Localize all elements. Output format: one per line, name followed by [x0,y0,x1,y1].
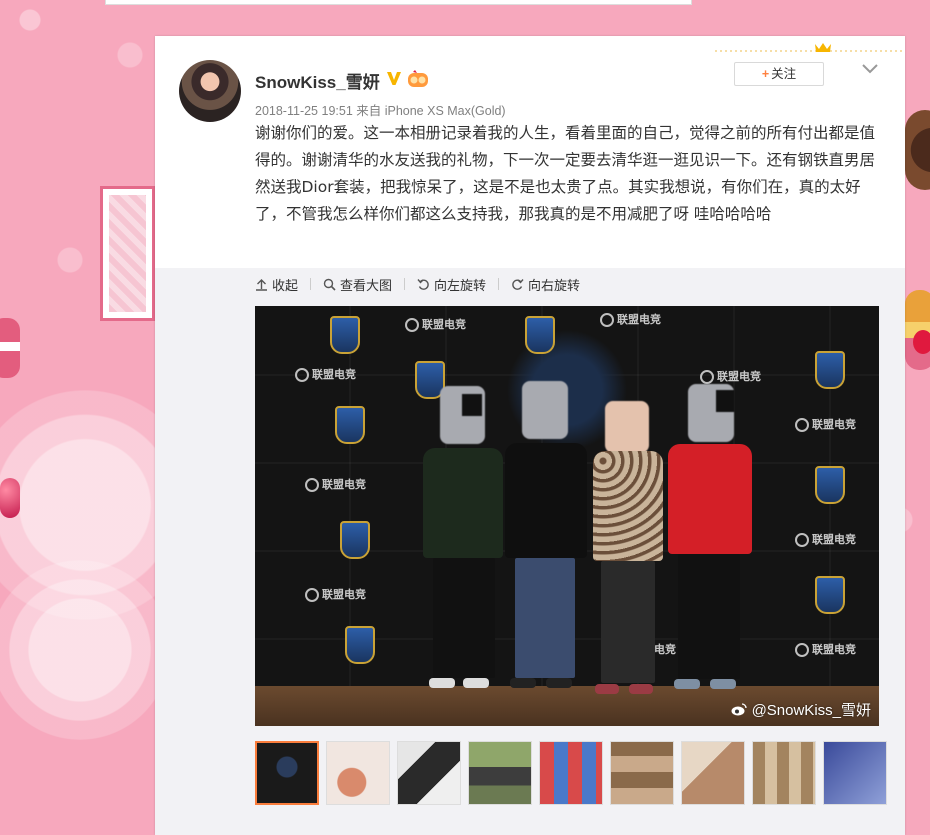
watermark-text: @SnowKiss_雪妍 [751,702,871,719]
thumbnail-strip [255,741,887,805]
backdrop-badge [815,466,845,504]
crown-decoration-icon [715,43,905,52]
view-large-label: 查看大图 [340,278,393,294]
backdrop-badge [525,316,555,354]
rotate-right-label: 向右旋转 [528,278,581,294]
media-toolbar: 收起 查看大图 向左旋转 向右旋转 [255,274,580,294]
verified-v-icon [387,72,401,85]
follow-button[interactable]: + 关注 [734,62,824,86]
follow-label: 关注 [771,67,797,81]
vip-badge-icon[interactable] [407,70,429,88]
backdrop-logo: 联盟电竞 [795,531,856,547]
backdrop-logo: 联盟电竞 [405,316,466,332]
backdrop-logo: 联盟电竞 [305,476,366,492]
backdrop-badge [330,316,360,354]
decor-photo-frame [100,186,155,321]
thumbnail[interactable] [255,741,319,805]
thumbnail[interactable] [468,741,532,805]
weibo-post-card: SnowKiss_雪妍 2018-11-25 19:51 来自 iPhone X… [155,36,905,835]
post-meta: 2018-11-25 19:51 来自 iPhone XS Max(Gold) [255,104,506,118]
backdrop-badge [340,521,370,559]
decor-macaron [0,318,20,378]
media-area: 收起 查看大图 向左旋转 向右旋转 联盟电竞 联盟电竞 联盟电竞 联盟电竞 联盟… [155,268,905,835]
person-figure [500,381,590,706]
backdrop-badge [815,351,845,389]
decor-berry-right [913,330,930,354]
photo-watermark: @SnowKiss_雪妍 [731,699,871,720]
rotate-left-label: 向左旋转 [434,278,487,294]
decor-donut [905,110,930,190]
decor-berry-left [0,478,20,518]
thumbnail[interactable] [326,741,390,805]
rotate-left-icon [417,278,429,290]
person-figure [660,384,755,706]
thumbnail[interactable] [823,741,887,805]
rotate-right-icon [512,278,524,290]
chevron-down-icon[interactable] [861,61,879,75]
post-text: 谢谢你们的爱。这一本相册记录着我的人生，看着里面的自己，觉得之前的所有付出都是值… [255,124,876,223]
thumbnail[interactable] [397,741,461,805]
search-icon [323,278,336,291]
thumbnail[interactable] [610,741,674,805]
toolbar-divider [404,278,406,290]
person-figure [585,401,670,706]
collapse-label: 收起 [272,278,299,294]
backdrop-logo: 联盟电竞 [795,416,856,432]
author-name[interactable]: SnowKiss_雪妍 [255,68,380,93]
backdrop-logo: 联盟电竞 [600,311,661,327]
collapse-button[interactable]: 收起 [255,275,298,294]
weibo-logo-icon [731,703,748,716]
toolbar-divider [310,278,312,290]
top-search-bar [105,0,692,5]
thumbnail[interactable] [539,741,603,805]
collapse-arrow-icon [256,278,267,291]
view-large-button[interactable]: 查看大图 [323,275,392,294]
backdrop-badge [345,626,375,664]
plus-icon: + [761,67,770,81]
backdrop-logo: 联盟电竞 [700,368,761,384]
thumbnail[interactable] [681,741,745,805]
person-figure [415,386,505,706]
main-photo[interactable]: 联盟电竞 联盟电竞 联盟电竞 联盟电竞 联盟电竞 联盟电竞 联盟电竞 联盟电竞 … [255,306,879,726]
thumbnail[interactable] [752,741,816,805]
backdrop-logo: 联盟电竞 [795,641,856,657]
rotate-right-button[interactable]: 向右旋转 [511,275,580,294]
backdrop-logo: 联盟电竞 [295,366,356,382]
backdrop-badge [335,406,365,444]
backdrop-badge [815,576,845,614]
backdrop-logo: 联盟电竞 [305,586,366,602]
author-avatar[interactable] [179,60,241,122]
toolbar-divider [498,278,500,290]
rotate-left-button[interactable]: 向左旋转 [417,275,486,294]
